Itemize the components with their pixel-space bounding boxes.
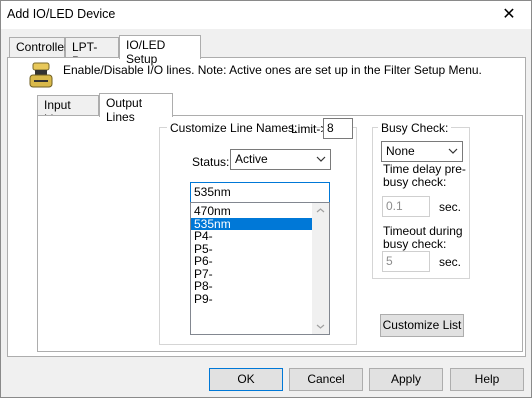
tab-output-lines[interactable]: Output Lines [99, 93, 173, 124]
title-bar: Add IO/LED Device ✕ [1, 1, 531, 29]
customize-list-button[interactable]: Customize List [380, 314, 464, 337]
line-names-list[interactable]: 470nm 535nm P4- P5- P6- P7- P8- P9- [190, 202, 330, 335]
chevron-down-icon [448, 148, 458, 154]
tab-input-lines[interactable]: Input Lines [37, 95, 99, 126]
status-select[interactable]: Active [230, 149, 331, 170]
status-select-value: Active [235, 152, 268, 166]
list-item[interactable]: P4- [191, 230, 313, 243]
timeout-label-1: Timeout during [383, 224, 463, 238]
timeout-label-2: busy check: [383, 237, 447, 251]
pre-delay-unit: sec. [439, 200, 462, 214]
timeout-input[interactable]: 5 [382, 251, 430, 272]
list-item[interactable]: 470nm [191, 205, 313, 218]
window-title: Add IO/LED Device [7, 7, 116, 21]
cancel-button[interactable]: Cancel [289, 368, 363, 391]
scroll-down-icon[interactable] [316, 323, 325, 330]
close-button[interactable]: ✕ [487, 1, 531, 29]
help-button[interactable]: Help [450, 368, 524, 391]
busy-check-label: Busy Check: [378, 121, 452, 135]
timeout-unit: sec. [439, 255, 462, 269]
tab-io-led-setup[interactable]: IO/LED Setup [119, 35, 201, 66]
apply-button[interactable]: Apply [369, 368, 443, 391]
customize-line-names-label: Customize Line Names: [167, 121, 301, 135]
busy-check-select-value: None [386, 144, 415, 158]
list-item[interactable]: P8- [191, 280, 313, 293]
limit-input[interactable]: 8 [323, 118, 353, 139]
list-item[interactable]: P6- [191, 255, 313, 268]
chevron-down-icon [316, 156, 326, 162]
tab-controller[interactable]: Controller [9, 37, 68, 57]
tab-lpt-port[interactable]: LPT-Port [65, 37, 119, 68]
pre-delay-input[interactable]: 0.1 [382, 196, 430, 217]
pre-delay-label-1: Time delay pre- [383, 162, 466, 176]
ok-button[interactable]: OK [209, 368, 283, 391]
line-name-input[interactable]: 535nm [190, 182, 330, 203]
status-label: Status: [192, 155, 230, 169]
list-item[interactable]: P9- [191, 292, 313, 306]
limit-label: Limit-> [291, 122, 328, 136]
list-scrollbar[interactable] [312, 203, 329, 334]
io-device-icon [29, 62, 53, 88]
scroll-up-icon[interactable] [316, 207, 325, 214]
busy-check-select[interactable]: None [381, 141, 463, 162]
dialog-window: Add IO/LED Device ✕ Controller LPT-Port … [0, 0, 532, 398]
pre-delay-label-2: busy check: [383, 175, 447, 189]
